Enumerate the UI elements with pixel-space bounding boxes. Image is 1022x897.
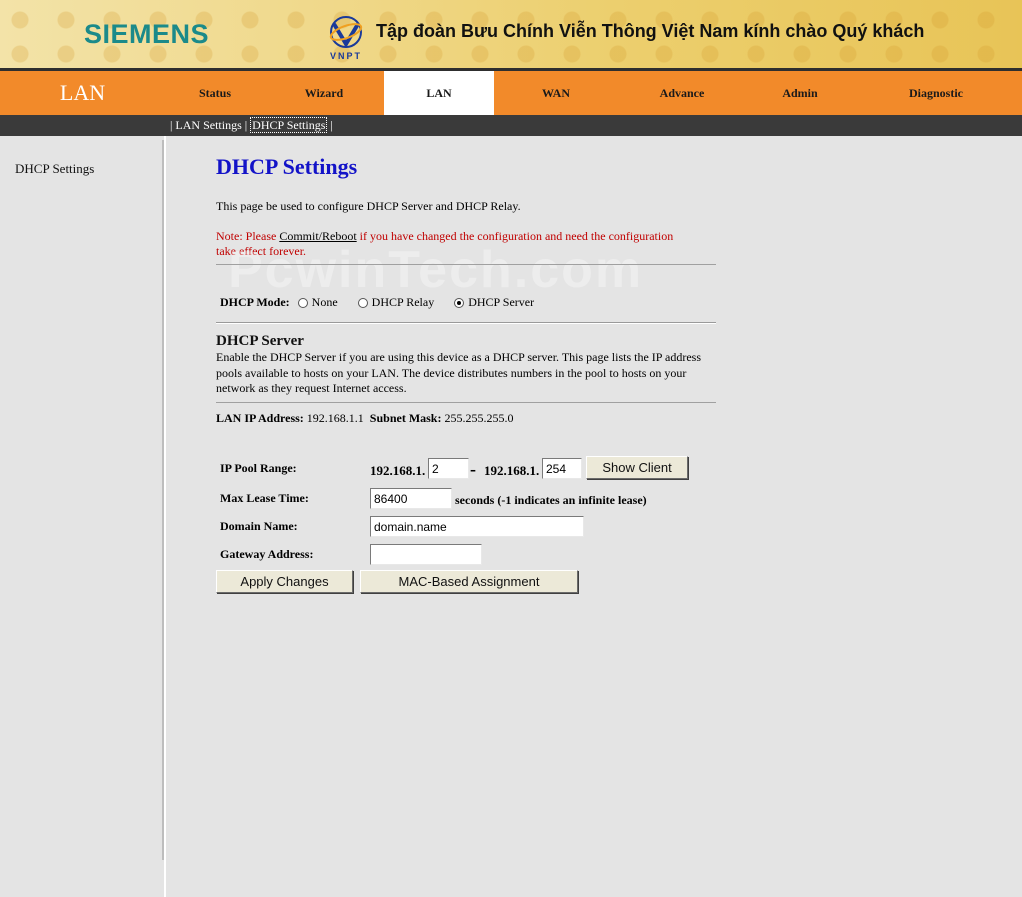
section-description: Enable the DHCP Server if you are using … [216, 350, 702, 395]
ip-pool-label: IP Pool Range: [220, 461, 297, 475]
sub-nav: | LAN Settings | DHCP Settings | [0, 115, 1022, 136]
section-title: DHCP Server [216, 333, 304, 349]
dhcp-mode-row: DHCP Mode: None DHCP Relay DHCP Server [220, 295, 554, 310]
domain-name-label: Domain Name: [220, 519, 298, 533]
dhcp-mode-server-label: DHCP Server [468, 295, 535, 309]
radio-icon[interactable] [357, 297, 368, 308]
subnav-dhcp-settings[interactable]: DHCP Settings [250, 117, 328, 133]
tab-advance[interactable]: Advance [618, 71, 746, 115]
gateway-address-input[interactable] [370, 544, 482, 565]
divider [216, 322, 716, 324]
sidebar: DHCP Settings [0, 136, 166, 897]
dhcp-mode-server[interactable]: DHCP Server [454, 295, 534, 310]
radio-selected-icon[interactable] [454, 297, 465, 308]
max-lease-input[interactable] [370, 488, 452, 509]
lease-hint: seconds (-1 indicates an infinite lease) [455, 493, 647, 507]
tab-lan[interactable]: LAN [384, 71, 494, 115]
pool-start-prefix: 192.168.1. [370, 463, 426, 478]
pool-start-input[interactable] [428, 458, 469, 479]
vnpt-logo-label: VNPT [330, 51, 363, 61]
subnet-label: Subnet Mask: [369, 411, 442, 425]
dhcp-mode-none[interactable]: None [297, 295, 338, 310]
page-title: DHCP Settings [216, 154, 358, 179]
pool-range-dash: - [470, 459, 476, 479]
gateway-address-label: Gateway Address: [220, 547, 314, 561]
pool-end-prefix: 192.168.1. [484, 463, 540, 478]
lan-ip-value: 192.168.1.1 [306, 411, 364, 425]
tab-status[interactable]: Status [165, 71, 265, 115]
show-client-button[interactable]: Show Client [586, 456, 688, 479]
subnav-separator: | [327, 118, 333, 132]
divider [216, 402, 716, 403]
domain-name-input[interactable] [370, 516, 584, 537]
dhcp-mode-label: DHCP Mode: [220, 295, 290, 309]
apply-changes-button[interactable]: Apply Changes [216, 570, 353, 593]
tab-wan[interactable]: WAN [494, 71, 618, 115]
subnav-lan-settings[interactable]: LAN Settings [175, 118, 241, 132]
lan-ip-info: LAN IP Address: 192.168.1.1 Subnet Mask:… [216, 411, 513, 426]
main-nav: LAN Status Wizard LAN WAN Advance Admin … [0, 71, 1022, 115]
tab-admin[interactable]: Admin [746, 71, 854, 115]
subnav-separator: | [241, 118, 251, 132]
subnet-value: 255.255.255.0 [444, 411, 514, 425]
tab-wizard[interactable]: Wizard [265, 71, 383, 115]
dhcp-mode-relay[interactable]: DHCP Relay [357, 295, 435, 310]
tab-diagnostic[interactable]: Diagnostic [854, 71, 1018, 115]
nav-section-title: LAN [59, 80, 106, 105]
watermark: PcwinTech.com [228, 241, 644, 299]
dhcp-mode-none-label: None [311, 295, 338, 309]
sidebar-item-dhcp-settings[interactable]: DHCP Settings [15, 161, 94, 177]
lan-ip-label: LAN IP Address: [216, 411, 304, 425]
mac-based-assignment-button[interactable]: MAC-Based Assignment [360, 570, 578, 593]
sidebar-divider [162, 140, 164, 860]
page-description: This page be used to configure DHCP Serv… [216, 199, 521, 213]
dhcp-mode-relay-label: DHCP Relay [371, 295, 435, 309]
divider [216, 264, 716, 265]
banner-welcome: Tập đoàn Bưu Chính Viễn Thông Việt Nam k… [376, 21, 925, 41]
max-lease-label: Max Lease Time: [220, 491, 309, 505]
top-banner: SIEMENS VNPT Tập đoàn Bưu Chính Viễn Thô… [0, 0, 1022, 68]
pool-end-input[interactable] [542, 458, 582, 479]
siemens-logo: SIEMENS [84, 19, 210, 49]
radio-icon[interactable] [297, 297, 308, 308]
